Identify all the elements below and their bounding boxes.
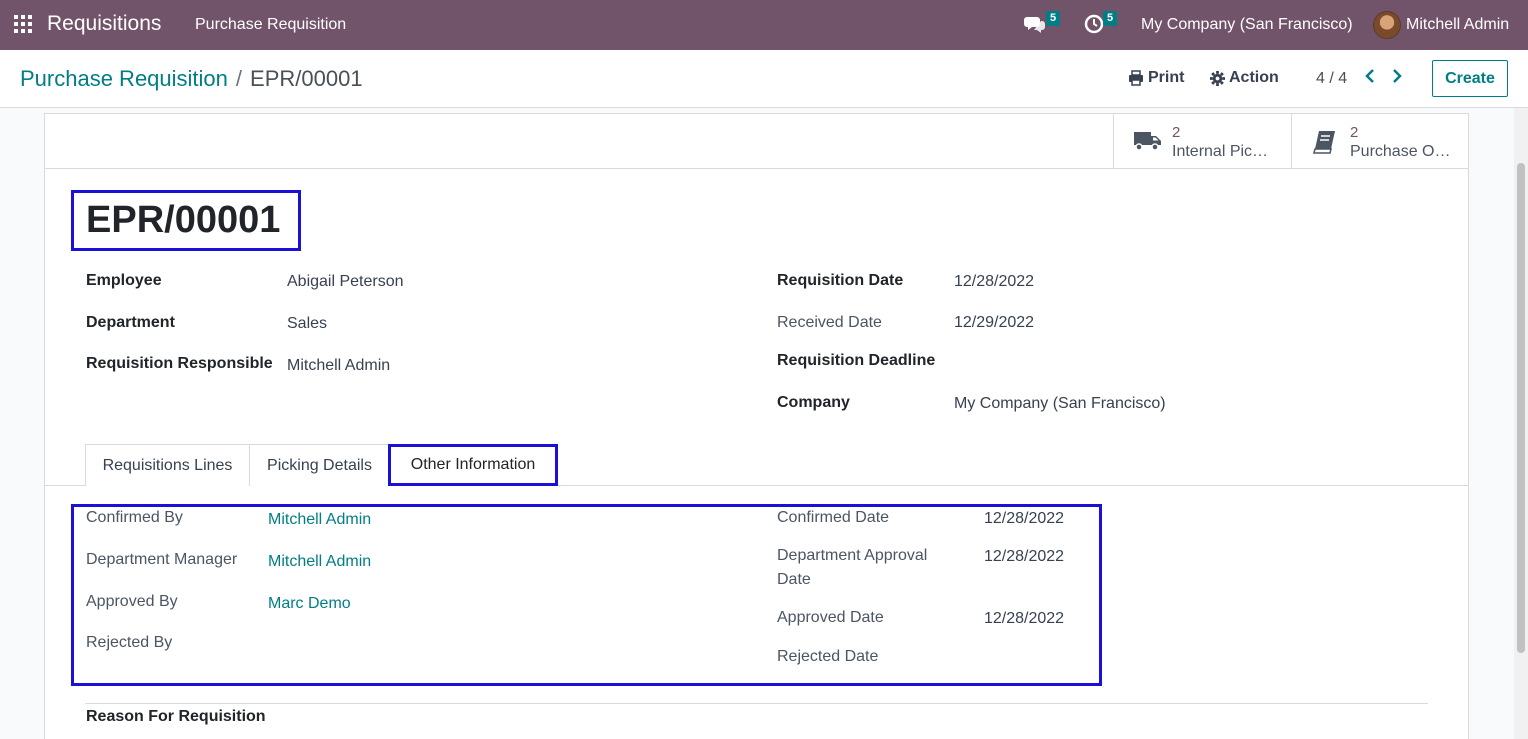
department-manager-field[interactable]: Mitchell Admin xyxy=(268,553,371,571)
department-approval-date-label-line1: Department Approval xyxy=(777,547,928,564)
confirmed-by-field[interactable]: Mitchell Admin xyxy=(268,511,371,529)
internal-pickings-count: 2 xyxy=(1172,124,1181,141)
apps-menu-icon[interactable] xyxy=(14,15,32,33)
department-approval-date-field: 12/28/2022 xyxy=(984,548,1065,565)
approved-by-field[interactable]: Marc Demo xyxy=(268,595,351,613)
action-button[interactable]: Action xyxy=(1210,69,1279,87)
received-date-field: 12/29/2022 xyxy=(954,314,1035,331)
internal-pickings-button[interactable]: 2 Internal Pic… xyxy=(1113,114,1291,168)
reason-for-requisition-label: Reason For Requisition xyxy=(86,708,266,725)
messages-badge: 5 xyxy=(1046,11,1061,26)
confirmed-date-field: 12/28/2022 xyxy=(984,510,1065,527)
purchase-orders-label: Purchase O… xyxy=(1350,143,1451,160)
scrollbar-thumb[interactable] xyxy=(1517,163,1525,653)
purchase-orders-button[interactable]: 2 Purchase O… xyxy=(1291,114,1468,168)
internal-pickings-label: Internal Pic… xyxy=(1172,143,1269,160)
approved-by-label: Approved By xyxy=(86,593,178,610)
requisition-responsible-field[interactable]: Mitchell Admin xyxy=(287,357,390,375)
rejected-date-label: Rejected Date xyxy=(777,648,879,665)
tab-picking-details[interactable]: Picking Details xyxy=(249,444,390,486)
employee-label: Employee xyxy=(86,272,162,289)
pager-next-icon[interactable] xyxy=(1391,67,1407,87)
department-field[interactable]: Sales xyxy=(287,315,327,333)
control-panel: Purchase Requisition / EPR/00001 Print Act… xyxy=(0,50,1528,108)
print-button[interactable]: Print xyxy=(1128,69,1184,87)
company-switcher[interactable]: My Company (San Francisco) xyxy=(1141,16,1353,34)
pager-previous-icon[interactable] xyxy=(1364,67,1380,87)
department-manager-label: Department Manager xyxy=(86,551,238,568)
smart-button-box: 2 Internal Pic… 2 Purchase O… xyxy=(45,114,1468,169)
action-label: Action xyxy=(1229,69,1279,86)
truck-icon xyxy=(1134,132,1161,151)
user-avatar[interactable] xyxy=(1373,11,1401,39)
requisition-responsible-label: Requisition Responsible xyxy=(86,355,273,372)
tab-other-information[interactable]: Other Information xyxy=(388,444,558,486)
user-menu[interactable]: Mitchell Admin xyxy=(1406,16,1509,34)
record-name: EPR/00001 xyxy=(71,190,301,251)
print-label: Print xyxy=(1148,69,1185,86)
department-approval-date-label: Department Approval Date xyxy=(777,544,927,592)
company-field[interactable]: My Company (San Francisco) xyxy=(954,395,1166,413)
tab-requisitions-lines[interactable]: Requisitions Lines xyxy=(85,444,250,486)
menu-purchase-requisition[interactable]: Purchase Requisition xyxy=(195,16,346,34)
breadcrumb-current: EPR/00001 xyxy=(250,66,363,91)
breadcrumb-separator: / xyxy=(235,66,243,91)
confirmed-date-label: Confirmed Date xyxy=(777,509,890,526)
approved-date-label: Approved Date xyxy=(777,609,884,626)
other-information-highlight xyxy=(71,504,1102,686)
pager-value[interactable]: 4 / 4 xyxy=(1316,70,1347,88)
confirmed-by-label: Confirmed By xyxy=(86,509,183,526)
received-date-label: Received Date xyxy=(777,314,882,331)
top-navbar: Requisitions Purchase Requisition 5 5 My… xyxy=(0,0,1528,50)
rejected-by-label: Rejected By xyxy=(86,634,173,651)
activities-badge: 5 xyxy=(1103,11,1118,26)
company-label: Company xyxy=(777,394,850,411)
book-icon xyxy=(1313,131,1335,154)
department-label: Department xyxy=(86,314,175,331)
purchase-orders-count: 2 xyxy=(1350,124,1359,141)
messages-icon[interactable] xyxy=(1024,14,1046,36)
create-button[interactable]: Create xyxy=(1432,60,1508,97)
page-scrollbar[interactable] xyxy=(1514,108,1528,739)
breadcrumb-parent[interactable]: Purchase Requisition xyxy=(20,66,228,91)
department-approval-date-label-line2: Date xyxy=(777,571,811,588)
section-divider xyxy=(85,703,1428,704)
app-name[interactable]: Requisitions xyxy=(47,12,161,36)
requisition-deadline-label: Requisition Deadline xyxy=(777,352,936,369)
requisition-date-field[interactable]: 12/28/2022 xyxy=(954,273,1034,291)
approved-date-field: 12/28/2022 xyxy=(984,610,1065,627)
print-icon xyxy=(1129,70,1143,86)
breadcrumb: Purchase Requisition / EPR/00001 xyxy=(20,66,363,92)
gear-icon xyxy=(1210,70,1225,86)
employee-field[interactable]: Abigail Peterson xyxy=(287,273,404,291)
requisition-date-label: Requisition Date xyxy=(777,272,904,289)
